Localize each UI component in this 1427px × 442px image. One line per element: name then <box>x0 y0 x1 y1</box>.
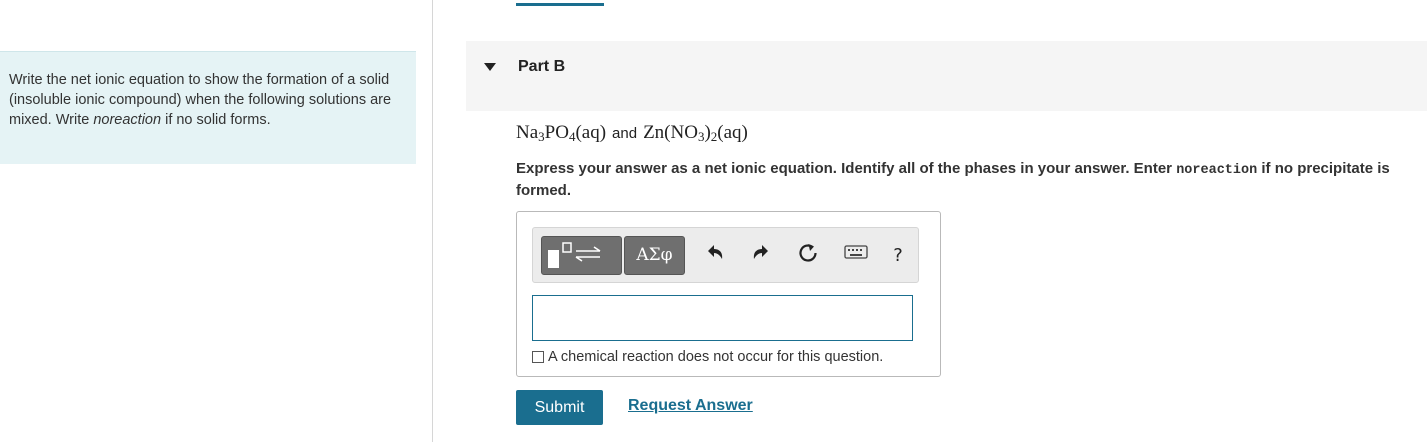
no-reaction-option[interactable]: A chemical reaction does not occur for t… <box>532 349 883 365</box>
reactant-conjunction: and <box>612 125 638 142</box>
no-reaction-checkbox[interactable] <box>532 351 544 363</box>
submit-button[interactable]: Submit <box>516 390 603 425</box>
reset-icon[interactable] <box>794 242 822 270</box>
reactant-1: Na3PO4(aq) <box>516 122 606 145</box>
r2-phase: (aq) <box>717 122 748 143</box>
instructions-italic: noreaction <box>93 112 162 128</box>
answer-prompt: Express your answer as a net ionic equat… <box>516 159 1396 201</box>
part-title: Part B <box>518 58 566 75</box>
answer-box: ΑΣφ ? A chemical reaction does not occur… <box>516 211 941 377</box>
help-icon[interactable]: ? <box>884 242 912 270</box>
instructions-text: Write the net ionic equation to show the… <box>9 70 409 130</box>
part-header[interactable]: Part B <box>466 41 1427 111</box>
redo-icon[interactable] <box>747 242 775 270</box>
instructions-part2: if no solid forms. <box>161 112 271 128</box>
prompt-text: Express your answer as a net ionic equat… <box>516 160 1177 177</box>
active-tab-indicator <box>516 3 604 6</box>
column-divider <box>432 0 433 442</box>
answer-input[interactable] <box>532 295 913 341</box>
undo-icon[interactable] <box>701 242 729 270</box>
templates-icon <box>548 242 601 268</box>
templates-button[interactable] <box>541 236 622 275</box>
greek-letters-button[interactable]: ΑΣφ <box>624 236 685 275</box>
r1-na: Na <box>516 122 539 143</box>
math-toolbar: ΑΣφ ? <box>532 227 919 283</box>
reactant-2: Zn(NO3)2(aq) <box>643 122 748 145</box>
no-reaction-label: A chemical reaction does not occur for t… <box>548 349 884 365</box>
keyboard-icon[interactable] <box>842 242 870 270</box>
request-answer-link[interactable]: Request Answer <box>628 397 753 415</box>
collapse-caret-icon[interactable] <box>484 63 496 71</box>
prompt-code: noreaction <box>1176 163 1258 178</box>
instructions-panel: Write the net ionic equation to show the… <box>0 51 416 164</box>
reactant-equation: Na3PO4(aq) and Zn(NO3)2(aq) <box>516 122 748 145</box>
r1-phase: (aq) <box>575 122 607 143</box>
r2-zn: Zn(NO <box>643 122 698 143</box>
r1-po: PO <box>544 122 569 143</box>
